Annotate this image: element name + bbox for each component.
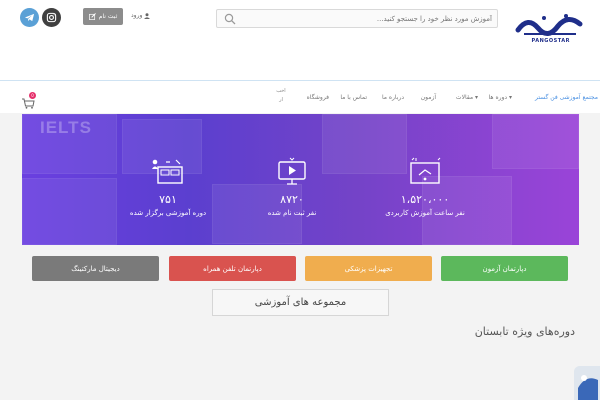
monitor-play-icon (278, 157, 306, 185)
news-label-line2: ار (279, 97, 283, 103)
hero-bg-tile (22, 178, 117, 245)
user-icon (144, 12, 151, 19)
stat-label: نفر ساعت آموزش کاربردی (385, 209, 465, 217)
register-button[interactable]: ثبت نام (83, 8, 123, 25)
search-input[interactable] (241, 10, 496, 27)
stat-registered: ۸۷۲۰ نفر ثبت نام شده (237, 157, 347, 217)
certificate-icon (410, 157, 441, 184)
stat-label: نفر ثبت نام شده (267, 209, 317, 217)
site-header: PANGOSTAR ثبت نام ورود (0, 0, 600, 80)
dept-mobile-button[interactable]: دپارتمان تلفن همراه (169, 256, 296, 281)
news-label-line1: اخب (276, 88, 286, 94)
section-title: دوره‌های ویژه تابستان (474, 325, 575, 338)
stat-value: ۱،۵۲۰،۰۰۰ (400, 193, 450, 206)
nav-item-about[interactable]: درباره ما (382, 94, 404, 101)
search-box (216, 9, 498, 28)
cart-count-badge: 0 (29, 92, 36, 99)
thumbnail-image-icon (574, 366, 600, 400)
floating-thumbnail[interactable] (574, 366, 600, 400)
telegram-button[interactable] (20, 8, 39, 27)
nav-item-articles[interactable]: مقالات ▾ (456, 94, 478, 101)
edit-icon (88, 13, 96, 20)
classroom-icon (152, 159, 183, 184)
nav-item-shop[interactable]: فروشگاه (307, 94, 329, 101)
login-label: ورود (131, 12, 143, 19)
collections-button[interactable]: مجموعه های آموزشی (212, 289, 389, 316)
nav-item-home[interactable]: مجتمع آموزشی فن گستر (535, 94, 598, 101)
hero-bg-tile (492, 114, 579, 169)
logo-caption: PANGOSTAR (531, 38, 570, 44)
instagram-icon (46, 12, 57, 23)
stat-value: ۸۷۲۰ (280, 193, 304, 206)
nav-item-contact[interactable]: تماس با ما (340, 94, 367, 101)
telegram-icon (24, 13, 35, 22)
nav-item-courses[interactable]: دوره ها ▾ (489, 94, 512, 101)
hero-bg-ielts-text: IELTS (40, 118, 92, 137)
stat-label: دوره آموزشی برگزار شده (129, 209, 207, 217)
dept-exam-button[interactable]: دپارتمان آزمون (441, 256, 568, 281)
login-link[interactable]: ورود (131, 12, 151, 19)
search-icon[interactable] (224, 13, 236, 25)
stat-courses: ۷۵۱ دوره آموزشی برگزار شده (113, 157, 223, 217)
instagram-button[interactable] (42, 8, 61, 27)
stat-value: ۷۵۱ (159, 193, 177, 206)
dept-medical-button[interactable]: تجهیزات پزشکی (305, 256, 432, 281)
nav-item-news[interactable]: اخب ار (270, 87, 292, 105)
register-label: ثبت نام (98, 13, 118, 20)
main-nav: مجتمع آموزشی فن گستر دوره ها ▾ مقالات ▾ … (0, 80, 600, 113)
nav-item-exam[interactable]: آزمون (421, 94, 436, 101)
stat-training-hours: ۱،۵۲۰،۰۰۰ نفر ساعت آموزش کاربردی (370, 157, 480, 217)
dept-marketing-button[interactable]: دیجیتال مارکتینگ (32, 256, 159, 281)
